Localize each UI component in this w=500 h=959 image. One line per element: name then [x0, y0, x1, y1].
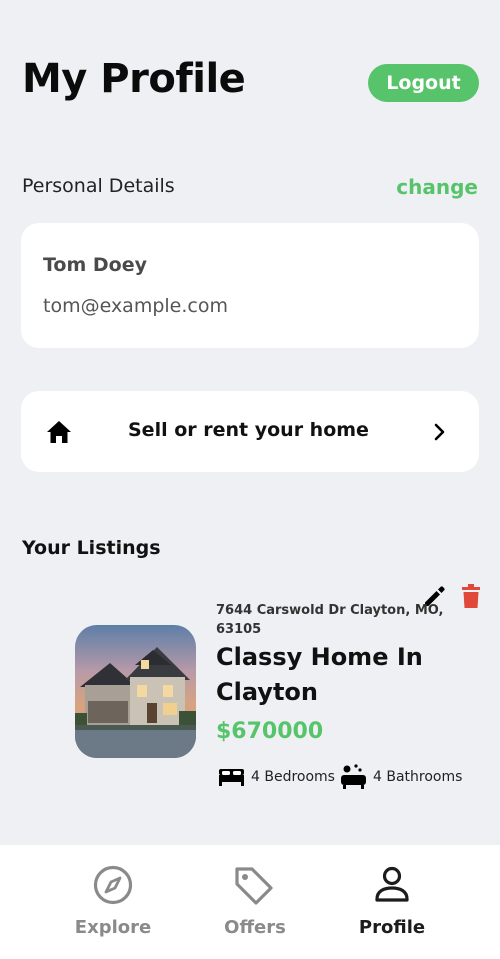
tab-explore-label: Explore	[74, 917, 152, 938]
tab-profile[interactable]: Profile	[322, 845, 462, 959]
logout-button[interactable]: Logout	[368, 64, 479, 102]
bottom-tab-bar: Explore Offers Profile	[0, 845, 500, 959]
sell-or-rent-label: Sell or rent your home	[128, 419, 369, 441]
bathtub-icon	[340, 764, 366, 789]
person-icon	[375, 866, 409, 902]
home-icon	[47, 421, 71, 443]
user-email: tom@example.com	[43, 295, 228, 317]
change-details-link[interactable]: change	[396, 175, 478, 199]
tab-explore[interactable]: Explore	[43, 845, 183, 959]
bedrooms-count: 4 Bedrooms	[251, 768, 335, 785]
delete-icon[interactable]	[460, 583, 482, 609]
tab-offers[interactable]: Offers	[185, 845, 325, 959]
compass-icon	[93, 865, 133, 905]
tab-profile-label: Profile	[358, 917, 426, 938]
page-title: My Profile	[22, 56, 246, 102]
listing-item[interactable]: 7644 Carswold Dr Clayton, MO, 63105 Clas…	[0, 580, 500, 790]
bathrooms-count: 4 Bathrooms	[372, 768, 463, 785]
chevron-right-icon	[434, 423, 445, 441]
listing-features: 4 Bedrooms 4 Bathrooms	[218, 763, 462, 790]
tag-icon	[235, 867, 273, 905]
listing-photo	[75, 625, 196, 758]
listing-title: Classy Home In Clayton	[216, 643, 423, 706]
tab-offers-label: Offers	[224, 917, 286, 938]
sell-or-rent-button[interactable]: Sell or rent your home	[21, 391, 479, 472]
listing-price: $670000	[216, 719, 324, 744]
personal-details-label: Personal Details	[22, 175, 175, 197]
listing-address: 7644 Carswold Dr Clayton, MO, 63105	[216, 603, 444, 637]
personal-details-card: Tom Doey tom@example.com	[21, 223, 479, 348]
bed-icon	[219, 768, 244, 786]
user-name: Tom Doey	[43, 254, 147, 276]
your-listings-label: Your Listings	[22, 537, 161, 559]
